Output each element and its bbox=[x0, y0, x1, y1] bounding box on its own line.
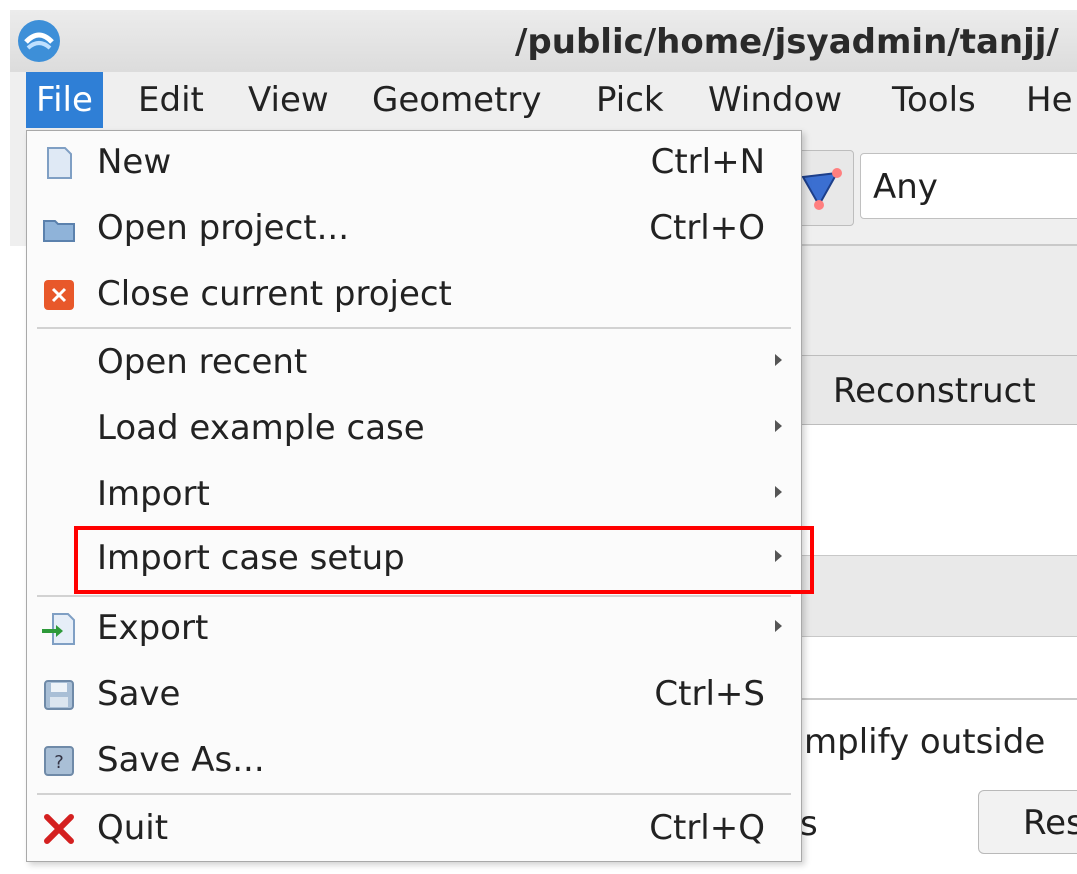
menu-view[interactable]: View bbox=[248, 72, 329, 128]
shortcut-label: Ctrl+S bbox=[654, 674, 765, 714]
submenu-arrow-icon bbox=[775, 354, 782, 366]
quit-icon bbox=[44, 814, 74, 844]
save-icon bbox=[44, 680, 74, 710]
tab-reconstruct[interactable]: Reconstruct bbox=[800, 355, 1077, 425]
menu-item-close-project[interactable]: Close current project bbox=[27, 263, 801, 327]
divider bbox=[800, 698, 1077, 700]
partial-label: s bbox=[800, 804, 818, 844]
folder-icon bbox=[43, 220, 75, 242]
menu-item-export[interactable]: Export bbox=[27, 597, 801, 661]
menu-item-label: Export bbox=[97, 608, 209, 648]
window-titlebar: /public/home/jsyadmin/tanjj/ bbox=[10, 10, 1077, 73]
menu-help[interactable]: He bbox=[1026, 72, 1072, 128]
menu-item-label: Import bbox=[97, 474, 210, 514]
submenu-arrow-icon bbox=[775, 620, 782, 632]
panel-header bbox=[800, 555, 1077, 637]
menu-item-import[interactable]: Import bbox=[27, 463, 801, 527]
menu-item-label: Save bbox=[97, 674, 181, 714]
menu-edit[interactable]: Edit bbox=[138, 72, 204, 128]
menu-window[interactable]: Window bbox=[708, 72, 842, 128]
menu-item-label: Load example case bbox=[97, 408, 425, 448]
menu-item-label: New bbox=[97, 142, 172, 182]
new-document-icon bbox=[47, 147, 72, 179]
menu-item-open-project[interactable]: Open project... Ctrl+O bbox=[27, 197, 801, 261]
menu-file[interactable]: File bbox=[26, 72, 103, 128]
menu-tools[interactable]: Tools bbox=[892, 72, 976, 128]
save-as-icon: ? bbox=[44, 746, 74, 776]
menu-item-label: Open project... bbox=[97, 208, 350, 248]
menu-geometry[interactable]: Geometry bbox=[372, 72, 542, 128]
menu-item-label: Close current project bbox=[97, 274, 452, 314]
shortcut-label: Ctrl+O bbox=[649, 208, 765, 248]
menu-pick[interactable]: Pick bbox=[596, 72, 664, 128]
pick-filter-select[interactable]: Any bbox=[860, 153, 1077, 219]
menu-item-new[interactable]: New Ctrl+N bbox=[27, 131, 801, 195]
panel-area bbox=[800, 246, 1077, 356]
menu-item-label: Save As... bbox=[97, 740, 265, 780]
export-icon bbox=[42, 613, 75, 645]
submenu-arrow-icon bbox=[775, 486, 782, 498]
menu-item-load-example-case[interactable]: Load example case bbox=[27, 397, 801, 461]
menu-item-save-as[interactable]: ? Save As... bbox=[27, 729, 801, 793]
menubar: File Edit View Geometry Pick Window Tool… bbox=[10, 72, 1077, 128]
menu-separator bbox=[37, 327, 791, 329]
window-title: /public/home/jsyadmin/tanjj/ bbox=[515, 22, 1059, 62]
menu-separator bbox=[37, 793, 791, 795]
highlight-box bbox=[74, 526, 814, 594]
menu-item-label: Quit bbox=[97, 808, 169, 848]
shortcut-label: Ctrl+N bbox=[650, 142, 765, 182]
menu-item-quit[interactable]: Quit Ctrl+Q bbox=[27, 797, 801, 861]
submenu-arrow-icon bbox=[775, 420, 782, 432]
reset-button[interactable]: Res bbox=[978, 790, 1077, 854]
panel-content bbox=[800, 425, 1077, 555]
menu-item-open-recent[interactable]: Open recent bbox=[27, 331, 801, 395]
close-project-icon bbox=[44, 280, 74, 310]
shortcut-label: Ctrl+Q bbox=[649, 808, 765, 848]
app-logo-icon bbox=[18, 20, 60, 62]
svg-text:?: ? bbox=[54, 752, 64, 773]
menu-item-save[interactable]: Save Ctrl+S bbox=[27, 663, 801, 727]
menu-item-label: Open recent bbox=[97, 342, 308, 382]
file-menu-dropdown: New Ctrl+N Open project... Ctrl+O Close … bbox=[26, 130, 802, 862]
simplify-option-label: mplify outside bbox=[804, 722, 1046, 762]
